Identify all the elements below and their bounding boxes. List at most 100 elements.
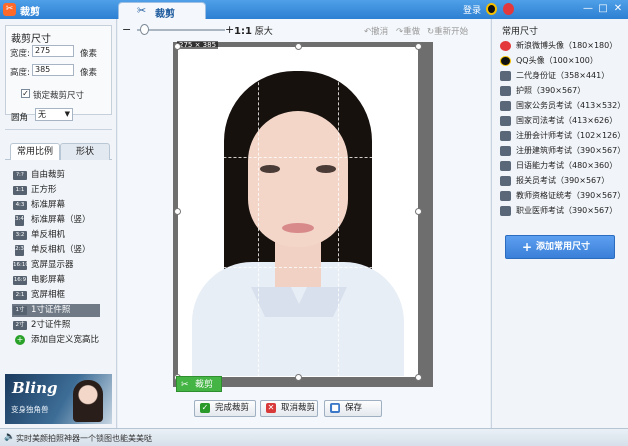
close-button[interactable]: ✕ bbox=[611, 2, 625, 16]
promo-banner[interactable]: Bling 变身独角兽 bbox=[5, 374, 112, 424]
size-item-cpa[interactable]: 注册会计师考试（102×126） bbox=[500, 129, 625, 143]
save-label: 保存 bbox=[345, 403, 363, 413]
size-item-judicial[interactable]: 国家司法考试（413×626） bbox=[500, 114, 624, 128]
ratio-label: 单反相机（竖） bbox=[31, 245, 91, 255]
ratio-16-10-icon: 16:10 bbox=[13, 261, 29, 270]
weibo-login-icon[interactable] bbox=[503, 3, 514, 15]
size-item-jlpt[interactable]: 日语能力考试（480×360） bbox=[500, 159, 624, 173]
promo-portrait bbox=[73, 380, 103, 422]
lock-size-checkbox[interactable]: ✓ bbox=[21, 89, 30, 98]
restart-button[interactable]: ↻重新开始 bbox=[427, 25, 468, 37]
crop-confirm-tag[interactable]: ✂ 裁剪 bbox=[176, 376, 222, 392]
id-card-icon bbox=[500, 131, 511, 141]
size-label: 国家司法考试（413×626） bbox=[516, 116, 618, 125]
crop-handle-top[interactable] bbox=[295, 43, 302, 50]
undo-button[interactable]: ↶撤消 bbox=[364, 25, 388, 37]
width-label: 宽度: bbox=[10, 49, 30, 59]
ratio-item-3-4[interactable]: 3:4 标准屏幕（竖） bbox=[12, 214, 100, 227]
zoom-slider-handle[interactable] bbox=[140, 24, 149, 35]
ratio-item-1-inch[interactable]: 1寸 1寸证件照 bbox=[12, 304, 100, 317]
ratio-2-1-icon: 2:1 bbox=[13, 291, 27, 300]
action-bar: ✓ 完成裁剪 ✕ 取消裁剪 ■ 保存 bbox=[118, 397, 490, 419]
promo-subtitle: 变身独角兽 bbox=[11, 405, 49, 414]
ratio-label: 宽屏相框 bbox=[31, 290, 66, 300]
ratio-item-2-3[interactable]: 2:3 单反相机（竖） bbox=[12, 244, 100, 257]
actual-size-button[interactable]: 1:1 原大 bbox=[234, 24, 273, 37]
width-input[interactable]: 275 bbox=[32, 45, 74, 57]
ratio-item-16-10[interactable]: 16:10 宽屏显示器 bbox=[12, 259, 100, 272]
ratio-item-4-3[interactable]: 4:3 标准屏幕 bbox=[12, 199, 100, 212]
redo-button[interactable]: ↷重做 bbox=[396, 25, 420, 37]
size-item-id-card[interactable]: 二代身份证（358×441） bbox=[500, 69, 624, 83]
crop-tag-label: 裁剪 bbox=[195, 380, 214, 390]
crop-handle-bottom-right[interactable] bbox=[415, 374, 422, 381]
qq-login-icon[interactable] bbox=[486, 3, 497, 15]
height-unit: 像素 bbox=[80, 68, 98, 78]
add-common-size-label: 添加常用尺寸 bbox=[536, 242, 591, 252]
size-item-architect[interactable]: 注册建筑师考试（390×567） bbox=[500, 144, 626, 158]
id-card-icon bbox=[500, 161, 511, 171]
check-icon: ✓ bbox=[200, 403, 210, 413]
size-label: 报关员考试（390×567） bbox=[516, 176, 610, 185]
ratio-2-3-icon: 2:3 bbox=[15, 245, 24, 256]
size-label: 日语能力考试（480×360） bbox=[516, 161, 618, 170]
zoom-slider[interactable] bbox=[137, 29, 225, 31]
crop-handle-left[interactable] bbox=[174, 208, 181, 215]
size-item-physician[interactable]: 职业医师考试（390×567） bbox=[500, 204, 624, 218]
size-item-qq[interactable]: QQ头像（100×100） bbox=[500, 54, 624, 68]
zoom-in-icon[interactable]: + bbox=[225, 23, 234, 36]
crop-canvas[interactable]: 275 × 385 ✂ 裁剪 bbox=[173, 41, 433, 392]
ratio-item-16-9[interactable]: 16:9 电影屏幕 bbox=[12, 274, 100, 287]
tab-crop[interactable]: ✂ 裁剪 bbox=[118, 2, 206, 20]
tab-shape[interactable]: 形状 bbox=[60, 143, 110, 160]
ratio-3-4-icon: 3:4 bbox=[15, 215, 24, 226]
ratio-item-2-1[interactable]: 2:1 宽屏相框 bbox=[12, 289, 100, 302]
ratio-label: 正方形 bbox=[31, 185, 57, 195]
crop-handle-right[interactable] bbox=[415, 208, 422, 215]
size-label: 注册建筑师考试（390×567） bbox=[516, 146, 626, 155]
add-custom-ratio[interactable]: + 添加自定义宽高比 bbox=[12, 334, 100, 347]
id-card-icon bbox=[500, 176, 511, 186]
id-photo-icon: 1寸 bbox=[13, 306, 27, 315]
save-button[interactable]: ■ 保存 bbox=[324, 400, 382, 417]
tab-common-ratio[interactable]: 常用比例 bbox=[10, 143, 60, 160]
minimize-button[interactable]: — bbox=[581, 2, 595, 16]
size-item-weibo[interactable]: 新浪微博头像（180×180） bbox=[500, 39, 624, 53]
crop-handle-bottom[interactable] bbox=[295, 374, 302, 381]
finish-crop-button[interactable]: ✓ 完成裁剪 bbox=[194, 400, 256, 417]
login-link[interactable]: 登录 bbox=[463, 3, 481, 16]
right-panel: 常用尺寸 新浪微博头像（180×180） QQ头像（100×100） 二代身份证… bbox=[491, 19, 628, 428]
common-sizes-title: 常用尺寸 bbox=[502, 27, 539, 37]
left-panel: 裁剪尺寸 宽度: 275 像素 高度: 385 像素 ✓ 锁定裁剪尺寸 圆角 无… bbox=[0, 19, 117, 428]
id-card-icon bbox=[500, 86, 511, 96]
crop-handle-top-right[interactable] bbox=[415, 43, 422, 50]
lock-size-label: 锁定裁剪尺寸 bbox=[33, 91, 85, 101]
cancel-crop-button[interactable]: ✕ 取消裁剪 bbox=[260, 400, 318, 417]
height-input[interactable]: 385 bbox=[32, 64, 74, 76]
add-custom-ratio-label: 添加自定义宽高比 bbox=[31, 335, 100, 345]
zoom-out-icon[interactable]: − bbox=[122, 23, 131, 36]
round-corner-select[interactable]: 无 ▼ bbox=[35, 108, 73, 121]
ratio-item-3-2[interactable]: 3:2 单反相机 bbox=[12, 229, 100, 242]
size-item-civil-service[interactable]: 国家公务员考试（413×532） bbox=[500, 99, 626, 113]
add-common-size-button[interactable]: + 添加常用尺寸 bbox=[505, 235, 615, 259]
crop-size-title: 裁剪尺寸 bbox=[11, 34, 51, 45]
size-label: 教师资格证统考（390×567） bbox=[516, 191, 626, 200]
status-text[interactable]: 实时美颜拍照神器一个锁图也能美美哒 bbox=[16, 433, 152, 444]
crop-frame[interactable] bbox=[178, 47, 418, 377]
ratio-item-2-inch[interactable]: 2寸 2寸证件照 bbox=[12, 319, 100, 332]
size-label: 职业医师考试（390×567） bbox=[516, 206, 618, 215]
size-item-customs[interactable]: 报关员考试（390×567） bbox=[500, 174, 624, 188]
size-label: 国家公务员考试（413×532） bbox=[516, 101, 626, 110]
ratio-item-square[interactable]: 1:1 正方形 bbox=[12, 184, 100, 197]
crop-handle-top-left[interactable] bbox=[174, 43, 181, 50]
id-card-icon bbox=[500, 71, 511, 81]
maximize-button[interactable]: □ bbox=[596, 2, 610, 16]
save-icon: ■ bbox=[330, 403, 340, 413]
promo-title: Bling bbox=[12, 379, 58, 397]
ratio-label: 标准屏幕（竖） bbox=[31, 215, 91, 225]
size-item-teacher[interactable]: 教师资格证统考（390×567） bbox=[500, 189, 626, 203]
size-item-passport[interactable]: 护照（390×567） bbox=[500, 84, 624, 98]
ratio-item-free[interactable]: ?:? 自由裁剪 bbox=[12, 169, 100, 182]
crop-dimensions-readout: 275 × 385 bbox=[177, 41, 219, 49]
